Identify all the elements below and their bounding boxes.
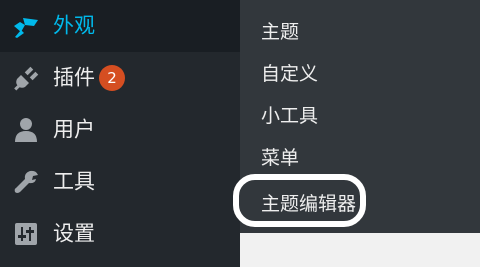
sidebar-item-label: 工具 [53,169,95,194]
settings-sliders-icon [12,220,40,248]
sidebar-item-label: 设置 [53,221,95,246]
sidebar-item-users[interactable]: 用户 [0,104,240,156]
sidebar-item-plugins[interactable]: 插件 2 [0,52,240,104]
admin-sidebar: 外观 插件 2 用户 工具 设置 [0,0,240,267]
sidebar-item-appearance[interactable]: 外观 [0,0,240,52]
sidebar-item-label: 外观 [53,13,95,38]
sidebar-item-settings[interactable]: 设置 [0,208,240,260]
appearance-brush-icon [12,12,40,40]
submenu-item-customize[interactable]: 自定义 [261,65,318,84]
sidebar-item-label: 用户 [53,117,95,142]
submenu-item-theme-editor[interactable]: 主题编辑器 [261,195,356,214]
sidebar-item-label: 插件 [53,65,95,90]
wp-admin-menu-screen: 外观 插件 2 用户 工具 设置 主题 自定义 小工具 菜单 主题编辑器 [0,0,480,267]
update-count-badge: 2 [99,65,125,91]
tools-wrench-icon [12,168,40,196]
sidebar-item-tools[interactable]: 工具 [0,156,240,208]
plugins-plug-icon [12,64,40,92]
submenu-item-menus[interactable]: 菜单 [261,149,299,168]
submenu-item-widgets[interactable]: 小工具 [261,107,318,126]
highlight-ring: 主题编辑器 [233,174,366,227]
submenu-item-themes[interactable]: 主题 [261,23,299,42]
users-person-icon [12,116,40,144]
